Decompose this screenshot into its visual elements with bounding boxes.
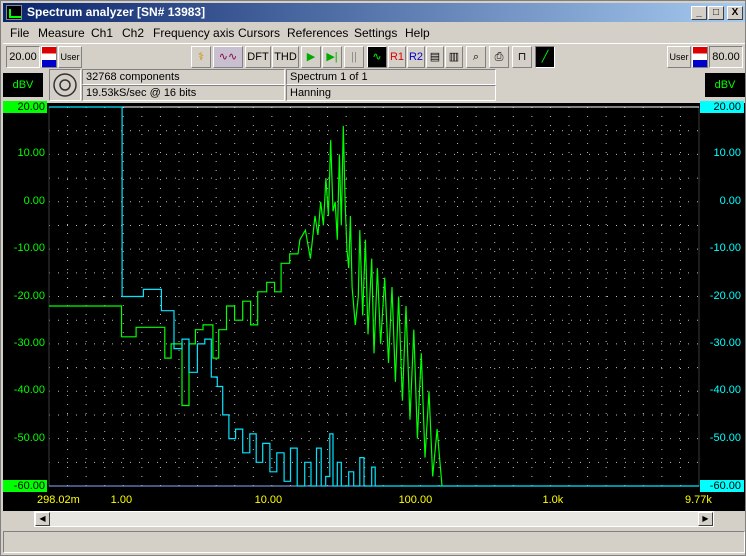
y-tick-left: -30.00	[13, 336, 45, 349]
menu-measure[interactable]: Measure	[38, 26, 85, 40]
app-icon	[6, 5, 22, 20]
single-shot-icon[interactable]: ▶|	[322, 46, 342, 68]
scroll-right-button[interactable]: ▶	[698, 512, 713, 526]
export-icon[interactable]: ▥	[445, 46, 463, 68]
zoom-icon[interactable]: ⌕	[466, 46, 486, 68]
y-tick-right: -50.00	[709, 431, 741, 444]
window-title: Spectrum analyzer [SN# 13983]	[27, 5, 206, 19]
menu-cursors[interactable]: Cursors	[238, 26, 280, 40]
close-button[interactable]: X	[727, 6, 743, 20]
y-tick-right: 10.00	[713, 147, 741, 160]
app-window: Spectrum analyzer [SN# 13983] _ □ X File…	[0, 0, 746, 556]
ref-r2-button[interactable]: R2	[407, 46, 425, 68]
thd-button[interactable]: THD	[272, 46, 299, 68]
ch1-user-button[interactable]: User	[58, 46, 82, 68]
y-tick-right: 20.00	[700, 101, 744, 113]
y-tick-right: -30.00	[709, 336, 741, 349]
menu-bar: File Measure Ch1 Ch2 Frequency axis Curs…	[3, 23, 745, 42]
y-tick-left: 0.00	[23, 194, 45, 207]
sample-rate-text: 19.53kS/sec @ 16 bits	[82, 85, 285, 101]
menu-references[interactable]: References	[287, 26, 348, 40]
y-tick-left: -10.00	[13, 242, 45, 255]
spectrum-index-text: Spectrum 1 of 1	[286, 69, 496, 85]
y-tick-left: 10.00	[17, 147, 45, 160]
scope-icon[interactable]: ∿	[367, 46, 387, 68]
grid	[48, 106, 700, 487]
right-unit-label: dBV	[705, 73, 745, 97]
title-bar[interactable]: Spectrum analyzer [SN# 13983] _ □ X	[3, 3, 745, 22]
horizontal-scrollbar[interactable]: ◀ ▶	[34, 511, 714, 527]
marker-icon[interactable]: ⊓	[512, 46, 532, 68]
y-tick-right: -60.00	[700, 480, 744, 492]
minimize-button[interactable]: _	[691, 6, 707, 20]
ch2-color-icon[interactable]	[692, 46, 708, 68]
save-icon[interactable]: ▤	[426, 46, 444, 68]
speaker-icon	[49, 69, 81, 101]
menu-settings[interactable]: Settings	[354, 26, 397, 40]
run-icon[interactable]: ▶	[301, 46, 321, 68]
left-unit-label: dBV	[3, 73, 43, 97]
ch1-range-display[interactable]: 20.00	[6, 46, 40, 68]
status-bar	[3, 531, 745, 553]
probe-icon[interactable]: ⚕	[191, 46, 211, 68]
toolbar: 20.00 User ⚕ ∿∿ DFT THD ▶ ▶| || ∿ R1 R2 …	[3, 43, 745, 69]
ref-r1-button[interactable]: R1	[388, 46, 406, 68]
x-tick-label: 10.00	[254, 494, 283, 506]
plot-area[interactable]: 20.00 10.00 0.00 -10.00 -20.00 -30.00 -40.00 -5…	[3, 101, 745, 511]
y-tick-left: 20.00	[3, 101, 47, 113]
x-tick-label: 9.77k	[685, 494, 712, 506]
y-tick-right: -10.00	[709, 242, 741, 255]
y-tick-left: -50.00	[13, 431, 45, 444]
spectrum-view-icon[interactable]: ╱	[535, 46, 555, 68]
window-function-text: Hanning	[286, 85, 496, 101]
y-tick-left: -40.00	[13, 384, 45, 397]
ch2-range-display[interactable]: 80.00	[709, 46, 743, 68]
x-tick-label: 1.0k	[542, 494, 564, 506]
y-tick-left: -20.00	[13, 289, 45, 302]
y-tick-right: -40.00	[709, 384, 741, 397]
menu-ch1[interactable]: Ch1	[91, 26, 113, 40]
menu-frequency-axis[interactable]: Frequency axis	[153, 26, 234, 40]
dft-button[interactable]: DFT	[245, 46, 271, 68]
menu-file[interactable]: File	[10, 26, 29, 40]
pause-icon[interactable]: ||	[344, 46, 364, 68]
x-tick-label: 298.02m	[37, 494, 80, 506]
x-tick-label: 100.00	[398, 494, 433, 506]
y-tick-right: -20.00	[709, 289, 741, 302]
menu-help[interactable]: Help	[405, 26, 430, 40]
x-tick-label: 1.00	[110, 494, 133, 506]
y-tick-left: -60.00	[3, 480, 47, 492]
print-icon[interactable]: ⎙	[489, 46, 509, 68]
components-text: 32768 components	[82, 69, 285, 85]
ch2-user-button[interactable]: User	[667, 46, 691, 68]
y-tick-right: 0.00	[719, 194, 741, 207]
spectrum-plot[interactable]	[3, 103, 745, 511]
waveform-icon[interactable]: ∿∿	[213, 46, 243, 68]
scroll-left-button[interactable]: ◀	[35, 512, 50, 526]
maximize-button[interactable]: □	[708, 6, 724, 20]
info-bar: 32768 components 19.53kS/sec @ 16 bits S…	[3, 69, 745, 103]
ch1-color-icon[interactable]	[41, 46, 57, 68]
menu-ch2[interactable]: Ch2	[122, 26, 144, 40]
